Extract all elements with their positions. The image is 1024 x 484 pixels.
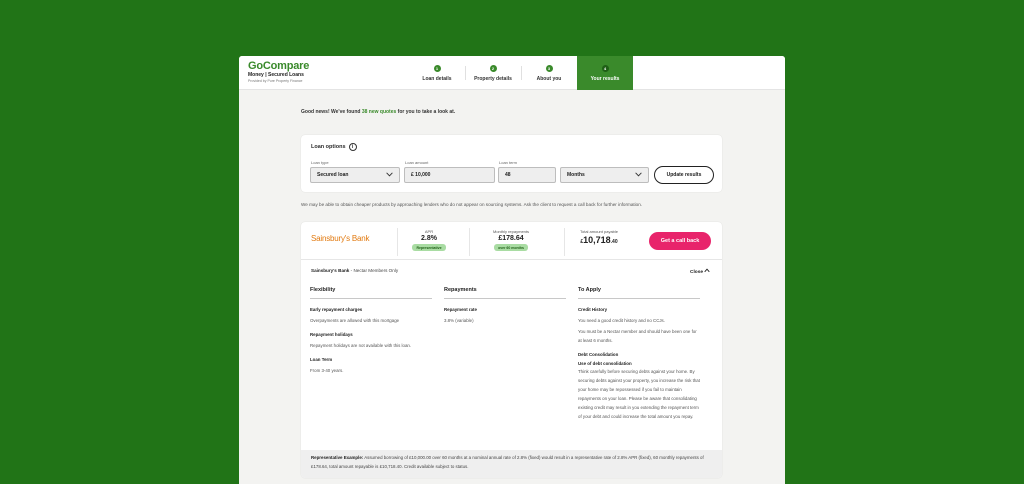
apr-label: APR: [424, 229, 434, 234]
apr-value: 2.8%: [421, 235, 437, 242]
apr-metric: APR 2.8% Representative: [401, 229, 457, 251]
sourcing-disclaimer: We may be able to obtain cheaper product…: [301, 202, 643, 207]
loan-type-select[interactable]: Secured loan: [310, 167, 400, 183]
offer-card: Sainsbury's Bank APR 2.8% Representative…: [301, 222, 722, 478]
results-message-suffix: for you to take a look at.: [397, 109, 456, 115]
divider: [397, 228, 398, 256]
info-icon[interactable]: i: [348, 143, 357, 151]
logo-provider: Provided by Pure Property Finance: [248, 79, 303, 83]
results-message-prefix: Good news! We've found: [301, 109, 361, 115]
lender-logo: Sainsbury's Bank: [311, 234, 370, 243]
loan-options-card: Loan options i Loan type Secured loan Lo…: [301, 135, 722, 192]
step-label: Loan details: [422, 75, 452, 82]
loan-type-label: Loan type: [311, 160, 329, 165]
credit-history-text: You need a good credit history and no CC…: [578, 318, 665, 323]
loan-type-value: Secured loan: [317, 172, 349, 178]
monthly-label: Monthly repayments: [492, 229, 529, 234]
logo-wordmark: GoCompare: [248, 60, 310, 72]
loan-amount-label: Loan amount: [405, 160, 429, 165]
chevron-up-icon: [704, 268, 711, 275]
flexibility-column: Flexibility Early repayment charges Over…: [310, 287, 432, 382]
credit-history-heading: Credit History: [578, 307, 608, 312]
step-your-results[interactable]: 4 Your results: [577, 56, 633, 90]
step-number: 2: [489, 64, 497, 72]
total-whole: 10,718: [583, 235, 611, 245]
total-pence: .40: [610, 239, 618, 245]
quote-count: 38 new quotes: [361, 109, 397, 115]
loan-term-text: From 3-40 years.: [310, 368, 344, 373]
lender-name: Sainsbury's Bank: [311, 268, 350, 273]
repayment-rate-text: 3.8% (variable): [444, 318, 474, 323]
offer-summary: Sainsbury's Bank APR 2.8% Representative…: [301, 222, 722, 260]
representative-example: Representative Example: Assumed borrowin…: [301, 450, 722, 478]
loan-amount-value: £ 10,000: [411, 172, 431, 178]
step-number: 4: [601, 64, 609, 72]
to-apply-column: To Apply Credit History You need a good …: [578, 287, 700, 428]
page-header: GoCompare Money | Secured Loans Provided…: [239, 56, 785, 90]
loan-amount-input[interactable]: £ 10,000: [404, 167, 495, 183]
monthly-metric: Monthly repayments £178.64 over 60 month…: [473, 229, 549, 251]
debt-consolidation-subheading: Use of debt consolidation: [578, 361, 632, 366]
loan-term-input[interactable]: 48: [498, 167, 556, 183]
total-label: Total amount payable: [579, 229, 619, 234]
term-badge: over 60 months: [494, 244, 528, 251]
to-apply-heading: To Apply: [578, 287, 700, 299]
repayments-heading: Repayments: [444, 287, 566, 299]
progress-steps: 1 Loan details 2 Property details 3 Abou…: [409, 56, 633, 90]
step-about-you[interactable]: 3 About you: [521, 56, 577, 90]
divider: [564, 228, 565, 256]
lender-subtitle: Sainsbury's Bank - Nectar Members Only: [311, 268, 398, 273]
debt-consolidation-heading: Debt Consolidation: [578, 352, 619, 357]
results-message: Good news! We've found 38 new quotes for…: [301, 109, 455, 115]
holidays-heading: Repayment holidays: [310, 332, 353, 337]
logo-product: Money | Secured Loans: [248, 72, 304, 78]
step-loan-details[interactable]: 1 Loan details: [409, 56, 465, 90]
divider: [469, 228, 470, 256]
nectar-requirement-text: You must be a Nectar member and should h…: [578, 329, 697, 343]
results-page: GoCompare Money | Secured Loans Provided…: [239, 56, 785, 484]
rep-example-text: Assumed borrowing of £10,000.00 over 60 …: [311, 455, 704, 469]
step-number: 1: [433, 64, 441, 72]
debt-consolidation-text: Think carefully before securing debts ag…: [578, 369, 700, 419]
chevron-down-icon: [635, 171, 642, 179]
loan-term-label: Loan term: [499, 160, 518, 165]
total-metric: Total amount payable £10,718.40: [567, 229, 631, 245]
close-details-button[interactable]: Close: [690, 268, 711, 275]
step-property-details[interactable]: 2 Property details: [465, 56, 521, 90]
loan-term-heading: Loan Term: [310, 357, 333, 362]
close-label: Close: [690, 270, 704, 275]
step-number: 3: [545, 64, 553, 72]
step-label: Property details: [474, 75, 512, 82]
monthly-value: £178.64: [498, 235, 524, 242]
total-value: £10,718.40: [567, 235, 631, 245]
chevron-down-icon: [386, 171, 393, 179]
loan-options-heading: Loan options: [311, 144, 346, 150]
flexibility-heading: Flexibility: [310, 287, 432, 299]
term-unit-value: Months: [567, 172, 585, 178]
gocompare-logo[interactable]: GoCompare Money | Secured Loans Provided…: [248, 60, 310, 84]
repayments-column: Repayments Repayment rate 3.8% (variable…: [444, 287, 566, 332]
get-call-back-button[interactable]: Get a call back: [649, 232, 711, 250]
repayment-rate-heading: Repayment rate: [444, 307, 477, 312]
erc-text: Overpayments are allowed with this mortg…: [310, 318, 400, 323]
holidays-text: Repayment holidays are not available wit…: [310, 343, 412, 348]
step-label: About you: [536, 75, 562, 82]
loan-options-title: Loan options i: [311, 143, 357, 151]
term-unit-select[interactable]: Months: [560, 167, 649, 183]
representative-badge: Representative: [412, 244, 446, 251]
step-label: Your results: [590, 75, 620, 82]
loan-term-value: 48: [505, 172, 511, 178]
update-results-button[interactable]: Update results: [654, 166, 714, 184]
lender-note: - Nectar Members Only: [349, 268, 399, 273]
rep-example-label: Representative Example:: [311, 455, 364, 460]
erc-heading: Early repayment charges: [310, 307, 363, 312]
